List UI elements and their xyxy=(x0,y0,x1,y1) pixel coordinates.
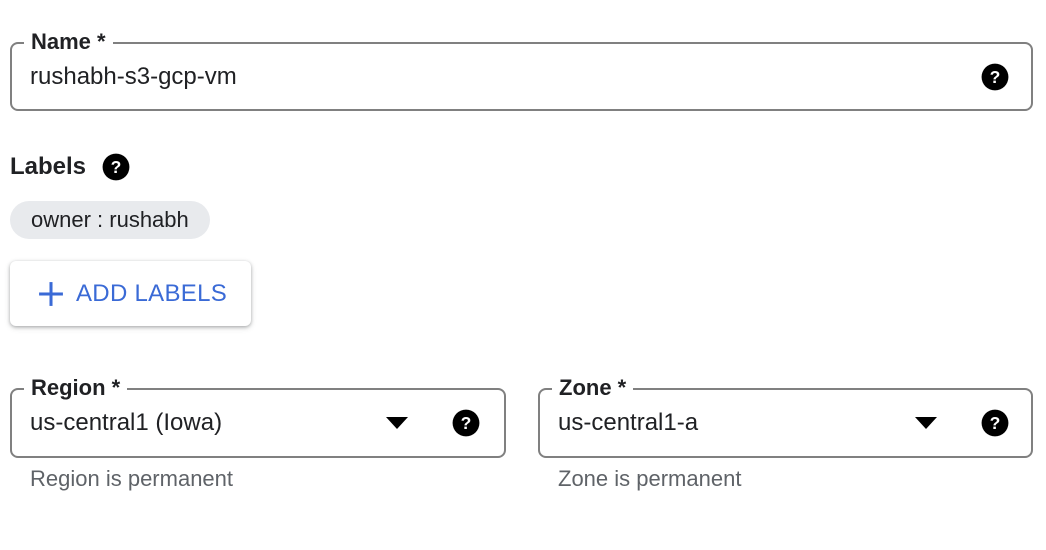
zone-select-value[interactable]: us-central1-a xyxy=(558,408,698,438)
chevron-down-icon[interactable] xyxy=(386,417,408,429)
name-field-label: Name * xyxy=(24,28,113,56)
zone-select[interactable]: Zone * us-central1-a ? xyxy=(538,374,1033,458)
add-labels-button-label: ADD LABELS xyxy=(76,279,228,307)
label-chip[interactable]: owner : rushabh xyxy=(10,201,210,239)
zone-field-label: Zone * xyxy=(552,374,634,402)
region-select[interactable]: Region * us-central1 (Iowa) ? xyxy=(10,374,506,458)
name-field[interactable]: Name * rushabh-s3-gcp-vm ? xyxy=(10,28,1033,111)
help-icon[interactable]: ? xyxy=(981,409,1009,437)
plus-icon xyxy=(39,281,63,306)
zone-hint: Zone is permanent xyxy=(558,466,742,491)
name-input-value[interactable]: rushabh-s3-gcp-vm xyxy=(30,62,237,92)
help-icon[interactable]: ? xyxy=(981,63,1009,91)
region-select-value[interactable]: us-central1 (Iowa) xyxy=(30,408,222,438)
labels-heading: Labels ? xyxy=(10,150,130,184)
region-hint: Region is permanent xyxy=(30,466,234,491)
svg-text:?: ? xyxy=(111,157,122,177)
svg-text:?: ? xyxy=(461,413,472,433)
chevron-down-icon[interactable] xyxy=(915,417,937,429)
svg-text:?: ? xyxy=(990,67,1001,87)
labels-title: Labels xyxy=(10,153,87,180)
add-labels-button[interactable]: ADD LABELS xyxy=(10,261,251,326)
help-icon[interactable]: ? xyxy=(452,409,480,437)
help-icon[interactable]: ? xyxy=(102,153,130,181)
region-field-label: Region * xyxy=(24,374,128,402)
svg-text:?: ? xyxy=(990,413,1001,433)
